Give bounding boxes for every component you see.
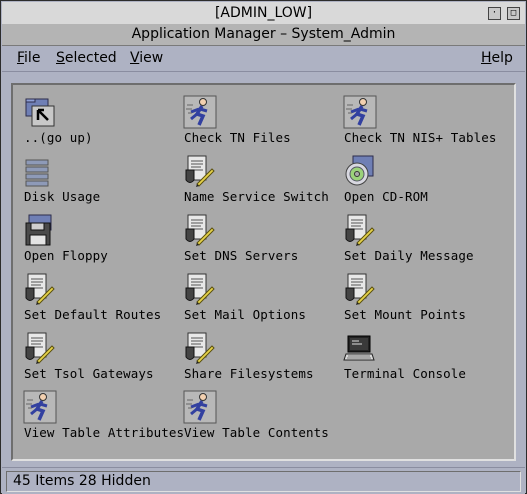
app-item-label: ..(go up) bbox=[24, 130, 93, 145]
document-shield-icon bbox=[185, 332, 215, 364]
app-item-disk-usage[interactable]: Disk Usage bbox=[23, 154, 183, 206]
document-shield-icon bbox=[25, 332, 55, 364]
menu-view-mnemonic: V bbox=[130, 50, 140, 66]
app-item-view-table-contents[interactable]: View Table Contents bbox=[183, 390, 343, 442]
app-item-set-default-routes[interactable]: Set Default Routes bbox=[23, 272, 183, 324]
app-item-name-service-switch[interactable]: Name Service Switch bbox=[183, 154, 343, 206]
document-shield-icon bbox=[185, 214, 215, 246]
menu-file-mnemonic: F bbox=[17, 50, 25, 66]
app-item-go-up[interactable]: ..(go up) bbox=[23, 95, 183, 147]
runner-icon bbox=[183, 390, 217, 424]
document-shield-icon bbox=[345, 214, 375, 246]
app-item-set-daily-message[interactable]: Set Daily Message bbox=[343, 213, 503, 265]
app-item-terminal-console[interactable]: Terminal Console bbox=[343, 331, 503, 383]
app-item-label: Set Mount Points bbox=[344, 307, 467, 322]
app-item-label: View Table Attributes bbox=[24, 425, 185, 440]
menu-file-label: ile bbox=[24, 50, 41, 66]
app-item-set-mail-options[interactable]: Set Mail Options bbox=[183, 272, 343, 324]
app-item-label: Set Mail Options bbox=[184, 307, 307, 322]
document-shield-icon bbox=[185, 155, 215, 187]
app-item-set-tsol-gateways[interactable]: Set Tsol Gateways bbox=[23, 331, 183, 383]
menu-help-label: elp bbox=[491, 50, 513, 66]
icon-view[interactable]: ..(go up) Check TN Files Check TN NIS+ T… bbox=[11, 83, 516, 461]
runner-icon bbox=[23, 390, 57, 424]
status-field: 45 Items 28 Hidden bbox=[6, 471, 521, 492]
document-shield-icon bbox=[345, 273, 375, 305]
app-item-check-tn-files[interactable]: Check TN Files bbox=[183, 95, 343, 147]
menu-view-label: iew bbox=[139, 50, 164, 66]
status-bar: 45 Items 28 Hidden bbox=[2, 467, 525, 494]
app-item-open-cdrom[interactable]: Open CD-ROM bbox=[343, 154, 503, 206]
app-item-label: Open Floppy bbox=[24, 248, 108, 263]
runner-icon bbox=[343, 95, 377, 129]
disk-usage-icon bbox=[25, 159, 49, 187]
runner-icon bbox=[183, 95, 217, 129]
menu-help-mnemonic: H bbox=[481, 50, 492, 66]
menu-selected[interactable]: Selected bbox=[56, 50, 117, 66]
menu-bar: File Selected View Help bbox=[2, 46, 525, 72]
status-text: 45 Items 28 Hidden bbox=[13, 473, 151, 489]
app-item-label: Open CD-ROM bbox=[344, 189, 428, 204]
go-up-folder-icon bbox=[25, 98, 55, 127]
maximize-button[interactable]: □ bbox=[507, 7, 520, 20]
app-item-label: View Table Contents bbox=[184, 425, 329, 440]
menu-selected-label: elected bbox=[64, 50, 117, 66]
app-item-label: Set Tsol Gateways bbox=[24, 366, 154, 381]
app-item-open-floppy[interactable]: Open Floppy bbox=[23, 213, 183, 265]
app-item-share-filesystems[interactable]: Share Filesystems bbox=[183, 331, 343, 383]
application-manager-window: [ADMIN_LOW] · □ Application Manager – Sy… bbox=[0, 0, 527, 494]
app-item-label: Terminal Console bbox=[344, 366, 467, 381]
terminal-icon bbox=[343, 335, 375, 361]
minimize-button[interactable]: · bbox=[488, 7, 501, 20]
app-item-label: Check TN Files bbox=[184, 130, 291, 145]
document-shield-icon bbox=[185, 273, 215, 305]
app-item-label: Set Default Routes bbox=[24, 307, 162, 322]
menu-view[interactable]: View bbox=[130, 50, 163, 66]
app-item-label: Set Daily Message bbox=[344, 248, 474, 263]
menu-help[interactable]: Help bbox=[481, 50, 513, 66]
floppy-icon bbox=[25, 214, 52, 246]
app-item-label: Check TN NIS+ Tables bbox=[344, 130, 497, 145]
app-item-check-tn-nis-tables[interactable]: Check TN NIS+ Tables bbox=[343, 95, 503, 147]
window-title: Application Manager – System_Admin bbox=[131, 26, 396, 42]
title-bar[interactable]: Application Manager – System_Admin bbox=[2, 24, 525, 46]
menu-selected-mnemonic: S bbox=[56, 50, 65, 66]
label-bar: [ADMIN_LOW] · □ bbox=[2, 2, 525, 25]
cdrom-icon bbox=[345, 155, 374, 186]
app-item-label: Disk Usage bbox=[24, 189, 101, 204]
app-item-label: Share Filesystems bbox=[184, 366, 314, 381]
app-item-label: Name Service Switch bbox=[184, 189, 329, 204]
app-item-view-table-attributes[interactable]: View Table Attributes bbox=[23, 390, 185, 442]
menu-file[interactable]: File bbox=[17, 50, 40, 66]
app-item-set-mount-points[interactable]: Set Mount Points bbox=[343, 272, 503, 324]
document-shield-icon bbox=[25, 273, 55, 305]
sensitivity-label: [ADMIN_LOW] bbox=[214, 5, 313, 21]
app-item-label: Set DNS Servers bbox=[184, 248, 299, 263]
app-item-set-dns-servers[interactable]: Set DNS Servers bbox=[183, 213, 343, 265]
